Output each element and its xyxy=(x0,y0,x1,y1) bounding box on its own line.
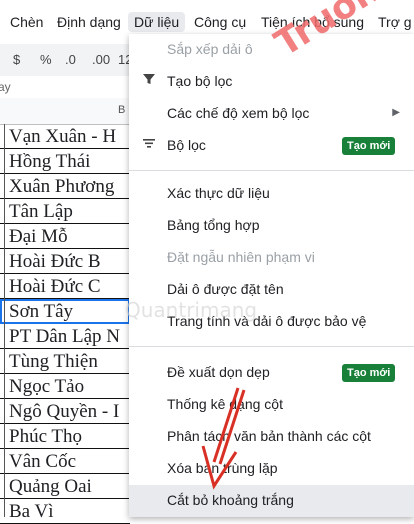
annotation-arrow-icon xyxy=(201,387,246,490)
